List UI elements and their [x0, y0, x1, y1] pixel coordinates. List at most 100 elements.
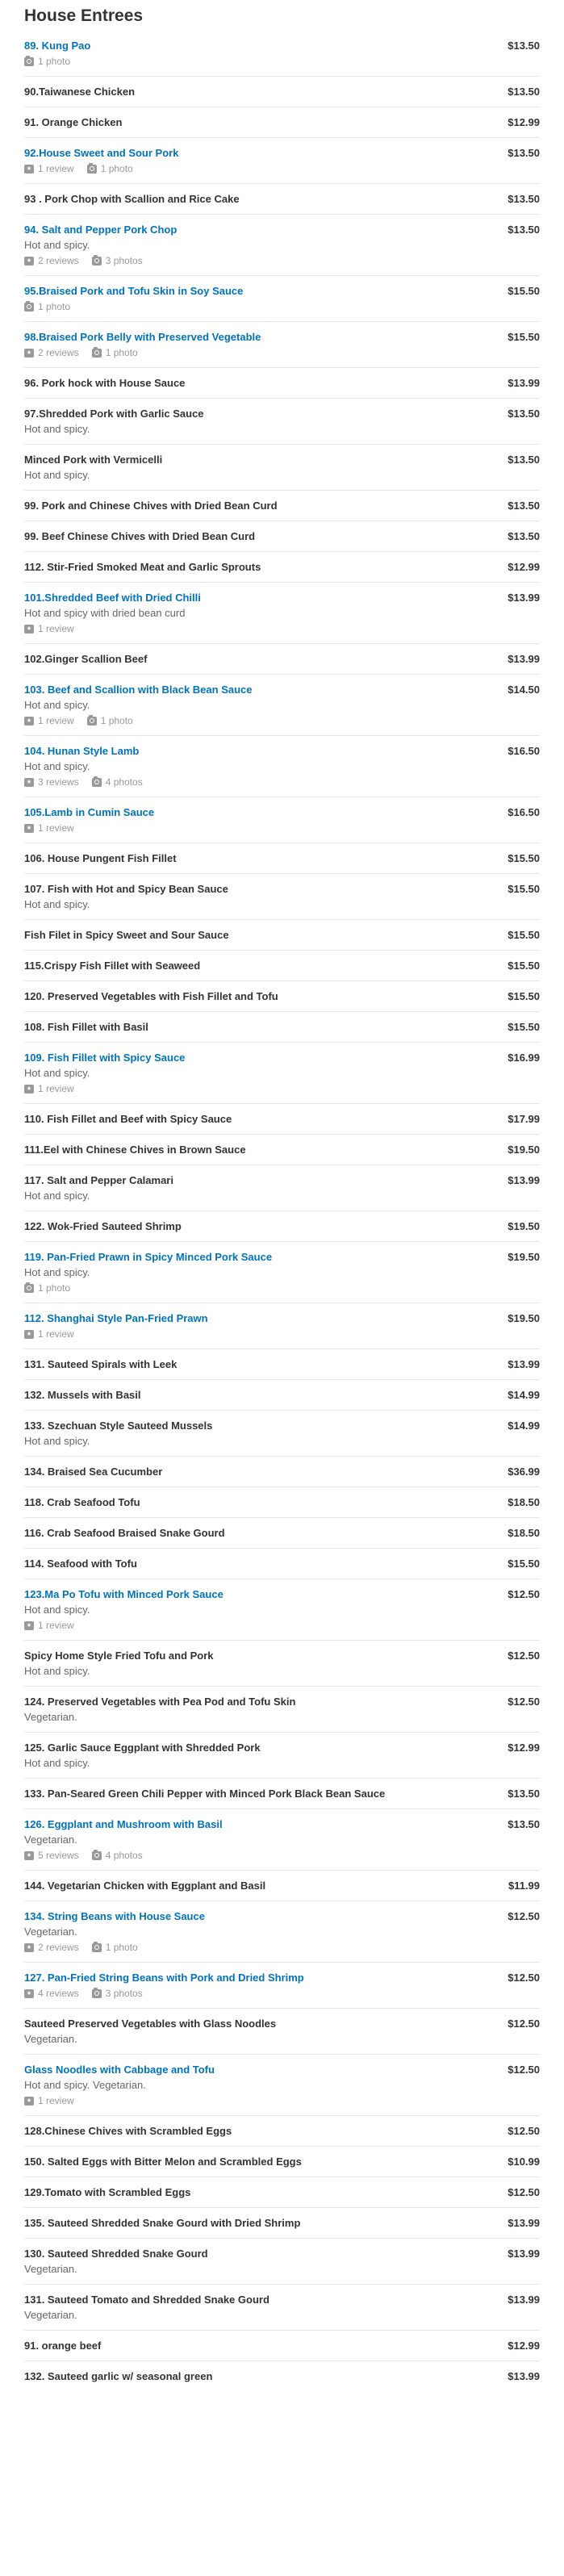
menu-item-name-link[interactable]: 126. Eggplant and Mushroom with Basil [24, 1817, 491, 1831]
menu-item-name: 120. Preserved Vegetables with Fish Fill… [24, 990, 278, 1002]
menu-item-name: 108. Fish Fillet with Basil [24, 1021, 148, 1033]
menu-item-price: $16.50 [508, 745, 540, 757]
reviews-link[interactable]: 3 reviews [24, 776, 79, 788]
menu-item: 126. Eggplant and Mushroom with Basil Veg… [24, 1809, 540, 1870]
menu-item-price: $13.99 [508, 2217, 540, 2229]
menu-item: 112. Stir-Fried Smoked Meat and Garlic S… [24, 551, 540, 582]
reviews-count: 1 review [38, 163, 74, 174]
review-icon [24, 2096, 34, 2106]
photos-link[interactable]: 1 photo [91, 346, 138, 359]
menu-item-details: 93 . Pork Chop with Scallion and Rice Ca… [24, 192, 491, 206]
menu-item-price: $15.50 [508, 990, 540, 1002]
photos-link[interactable]: 3 photos [91, 254, 143, 267]
menu-item-price: $12.50 [508, 1972, 540, 1984]
photos-count: 1 photo [38, 56, 71, 67]
reviews-link[interactable]: 1 review [24, 2094, 74, 2107]
menu-item-price: $13.50 [508, 530, 540, 542]
review-icon [24, 1850, 34, 1860]
menu-item: 108. Fish Fillet with Basil $15.50 [24, 1011, 540, 1042]
menu-item-details: 144. Vegetarian Chicken with Eggplant an… [24, 1879, 491, 1892]
reviews-count: 4 reviews [38, 1988, 79, 1999]
reviews-link[interactable]: 1 review [24, 162, 74, 175]
menu-item-name-link[interactable]: 109. Fish Fillet with Spicy Sauce [24, 1051, 491, 1064]
reviews-link[interactable]: 1 review [24, 1328, 74, 1340]
menu-item-price: $12.99 [508, 561, 540, 573]
menu-item: 102.Ginger Scallion Beef $13.99 [24, 643, 540, 674]
reviews-link[interactable]: 1 review [24, 622, 74, 635]
menu-item-description: Hot and spicy. [24, 1757, 90, 1769]
reviews-count: 3 reviews [38, 776, 79, 788]
reviews-link[interactable]: 1 review [24, 1619, 74, 1632]
reviews-link[interactable]: 4 reviews [24, 1987, 79, 2000]
menu-item-details: 133. Pan-Seared Green Chili Pepper with … [24, 1787, 491, 1800]
menu-item-details: 102.Ginger Scallion Beef [24, 652, 491, 666]
camera-icon [91, 776, 102, 787]
photos-link[interactable]: 1 photo [86, 162, 133, 175]
menu-item-name-link[interactable]: 119. Pan-Fried Prawn in Spicy Minced Por… [24, 1250, 491, 1264]
menu-item-name: 114. Seafood with Tofu [24, 1558, 137, 1570]
photos-link[interactable]: 4 photos [91, 1849, 143, 1862]
menu-item: 130. Sauteed Shredded Snake Gourd Vegetar… [24, 2238, 540, 2284]
reviews-link[interactable]: 5 reviews [24, 1849, 79, 1862]
menu-item-meta: 1 review [24, 1082, 491, 1095]
review-icon [24, 1329, 34, 1339]
menu-item-details: 114. Seafood with Tofu [24, 1557, 491, 1570]
menu-item-name-link[interactable]: 89. Kung Pao [24, 39, 491, 52]
menu-item-details: 96. Pork hock with House Sauce [24, 376, 491, 390]
menu-item: 129.Tomato with Scrambled Eggs $12.50 [24, 2177, 540, 2207]
menu-item-details: Glass Noodles with Cabbage and Tofu Hot a… [24, 2063, 491, 2107]
menu-item-name-link[interactable]: 94. Salt and Pepper Pork Chop [24, 223, 491, 236]
menu-item-name-link[interactable]: 104. Hunan Style Lamb [24, 744, 491, 758]
menu-item: 131. Sauteed Spirals with Leek $13.99 [24, 1349, 540, 1379]
menu-item-name-link[interactable]: 105.Lamb in Cumin Sauce [24, 805, 491, 819]
menu-item-name-link[interactable]: 123.Ma Po Tofu with Minced Pork Sauce [24, 1587, 491, 1601]
camera-icon [91, 1987, 102, 1998]
reviews-link[interactable]: 2 reviews [24, 254, 79, 267]
menu-item-name-link[interactable]: 112. Shanghai Style Pan-Fried Prawn [24, 1311, 491, 1325]
menu-item-name-link[interactable]: Glass Noodles with Cabbage and Tofu [24, 2063, 491, 2076]
menu-item-price: $19.50 [508, 1251, 540, 1263]
menu-item-details: 126. Eggplant and Mushroom with Basil Veg… [24, 1817, 491, 1862]
menu-item-name-link[interactable]: 103. Beef and Scallion with Black Bean S… [24, 683, 491, 696]
menu-item: 104. Hunan Style Lamb Hot and spicy. 3 rev… [24, 735, 540, 797]
menu-item-name: 106. House Pungent Fish Fillet [24, 852, 177, 864]
reviews-link[interactable]: 1 review [24, 714, 74, 727]
photos-link[interactable]: 1 photo [24, 1282, 70, 1294]
menu-item-name-link[interactable]: 92.House Sweet and Sour Pork [24, 146, 491, 160]
photos-link[interactable]: 3 photos [91, 1987, 143, 2000]
menu-item-details: 92.House Sweet and Sour Pork 1 review 1 ph… [24, 146, 491, 175]
reviews-link[interactable]: 1 review [24, 822, 74, 834]
photos-link[interactable]: 4 photos [91, 776, 143, 788]
menu-item: 103. Beef and Scallion with Black Bean S… [24, 674, 540, 735]
menu-item-price: $15.50 [508, 1558, 540, 1570]
menu-item-price: $12.50 [508, 2064, 540, 2076]
review-icon [24, 716, 34, 726]
menu-item-name-link[interactable]: 127. Pan-Fried String Beans with Pork an… [24, 1971, 491, 1984]
photos-link[interactable]: 1 photo [24, 300, 70, 313]
photos-link[interactable]: 1 photo [24, 55, 70, 68]
reviews-count: 1 review [38, 715, 74, 726]
menu-item-price: $13.50 [508, 86, 540, 98]
review-icon [24, 777, 34, 787]
menu-item-price: $13.50 [508, 1788, 540, 1800]
menu-item: 98.Braised Pork Belly with Preserved Veg… [24, 321, 540, 367]
reviews-link[interactable]: 1 review [24, 1082, 74, 1095]
menu-item-name-link[interactable]: 134. String Beans with House Sauce [24, 1909, 491, 1923]
menu-item-price: $15.50 [508, 331, 540, 343]
menu-item-name-link[interactable]: 95.Braised Pork and Tofu Skin in Soy Sau… [24, 284, 491, 298]
review-icon [24, 348, 34, 358]
photos-link[interactable]: 1 photo [86, 714, 133, 727]
menu-item-description: Hot and spicy. [24, 239, 90, 251]
menu-item: 118. Crab Seafood Tofu $18.50 [24, 1487, 540, 1517]
menu-item: 134. Braised Sea Cucumber $36.99 [24, 1456, 540, 1487]
reviews-link[interactable]: 2 reviews [24, 346, 79, 359]
reviews-count: 5 reviews [38, 1850, 79, 1861]
menu-item-details: 91. Orange Chicken [24, 115, 491, 129]
menu-item-price: $19.50 [508, 1144, 540, 1156]
menu-item-name-link[interactable]: 98.Braised Pork Belly with Preserved Veg… [24, 330, 491, 344]
menu-item-name-link[interactable]: 101.Shredded Beef with Dried Chilli [24, 591, 491, 604]
menu-item-meta: 4 reviews 3 photos [24, 1987, 491, 2000]
menu-item-price: $10.99 [508, 2156, 540, 2168]
reviews-link[interactable]: 2 reviews [24, 1941, 79, 1954]
photos-link[interactable]: 1 photo [91, 1941, 138, 1954]
